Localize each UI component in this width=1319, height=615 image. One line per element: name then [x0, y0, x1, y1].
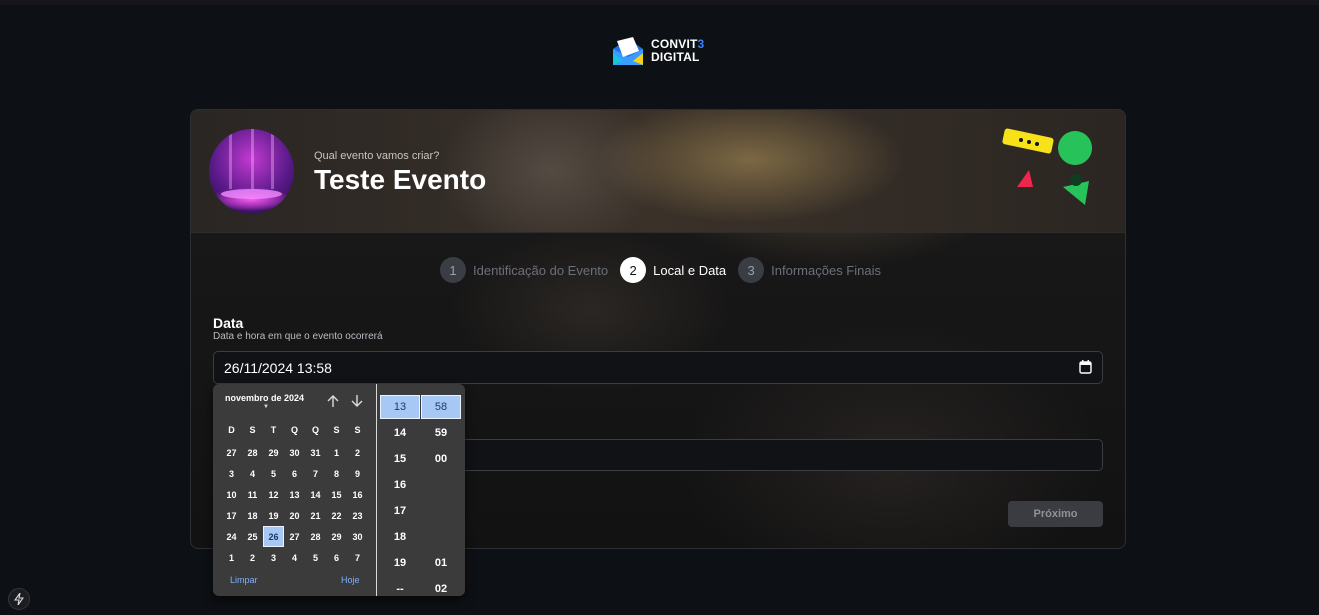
date-value: 26/11/2024 13:58: [224, 359, 332, 376]
hour-option[interactable]: 13: [380, 395, 420, 419]
calendar-day[interactable]: 15: [326, 484, 347, 505]
calendar-day[interactable]: 25: [242, 526, 263, 547]
wizard-steps: 1 Identificação do Evento 2 Local e Data…: [440, 257, 893, 283]
calendar-day[interactable]: 5: [305, 547, 326, 568]
calendar-day[interactable]: 30: [284, 442, 305, 463]
calendar-day[interactable]: 2: [242, 547, 263, 568]
calendar-day[interactable]: 6: [326, 547, 347, 568]
calendar-day[interactable]: 28: [242, 442, 263, 463]
calendar-day[interactable]: 22: [326, 505, 347, 526]
calendar-day[interactable]: 24: [221, 526, 242, 547]
step-local-data[interactable]: 2 Local e Data: [620, 257, 726, 283]
calendar-day[interactable]: 7: [347, 547, 368, 568]
envelope-logo-icon: [613, 37, 643, 65]
calendar-day[interactable]: 8: [326, 463, 347, 484]
date-label: Data: [213, 315, 244, 331]
calendar-day[interactable]: 1: [221, 547, 242, 568]
step-informacoes-finais[interactable]: 3 Informações Finais: [738, 257, 881, 283]
hour-option[interactable]: 18: [380, 524, 420, 550]
top-bar: [0, 0, 1319, 5]
minute-option[interactable]: 01: [421, 550, 461, 576]
minute-option: [421, 472, 461, 498]
month-year-label[interactable]: novembro de 2024: [225, 393, 304, 403]
event-title: Teste Evento: [314, 164, 487, 195]
calendar-day[interactable]: 7: [305, 463, 326, 484]
calendar-day[interactable]: 20: [284, 505, 305, 526]
hour-option[interactable]: 19: [380, 550, 420, 576]
lightning-icon: [14, 593, 24, 605]
hour-option[interactable]: --: [380, 576, 420, 596]
calendar-day[interactable]: 19: [263, 505, 284, 526]
arrow-down-icon[interactable]: [351, 394, 363, 408]
calendar-day[interactable]: 4: [284, 547, 305, 568]
calendar-day[interactable]: 14: [305, 484, 326, 505]
minute-option: [421, 498, 461, 524]
calendar-day[interactable]: 21: [305, 505, 326, 526]
calendar-day[interactable]: 29: [326, 526, 347, 547]
calendar-day[interactable]: 16: [347, 484, 368, 505]
brand-logo: CONVIT3 DIGITAL: [611, 35, 704, 67]
calendar-day[interactable]: 9: [347, 463, 368, 484]
weekday-header: DSTQQSS: [228, 425, 361, 435]
hour-option[interactable]: 14: [380, 420, 420, 446]
event-header: Qual evento vamos criar? Teste Evento: [191, 110, 1125, 233]
calendar-day[interactable]: 18: [242, 505, 263, 526]
clear-button[interactable]: Limpar: [230, 575, 258, 585]
calendar-day[interactable]: 13: [284, 484, 305, 505]
minute-option: [421, 524, 461, 550]
date-help-text: Data e hora em que o evento ocorrerá: [213, 331, 383, 342]
calendar-day[interactable]: 23: [347, 505, 368, 526]
hour-option[interactable]: 17: [380, 498, 420, 524]
calendar-day[interactable]: 29: [263, 442, 284, 463]
minute-option[interactable]: 58: [421, 395, 461, 419]
event-avatar[interactable]: [209, 129, 294, 214]
arrow-up-icon[interactable]: [327, 394, 339, 408]
calendar-day[interactable]: 27: [284, 526, 305, 547]
calendar-day[interactable]: 5: [263, 463, 284, 484]
calendar-day[interactable]: 1: [326, 442, 347, 463]
calendar-day[interactable]: 3: [221, 463, 242, 484]
calendar-day[interactable]: 28: [305, 526, 326, 547]
calendar-day[interactable]: 17: [221, 505, 242, 526]
minute-option[interactable]: 02: [421, 576, 461, 596]
calendar-day[interactable]: 11: [242, 484, 263, 505]
next-button[interactable]: Próximo: [1008, 501, 1103, 527]
calendar-day[interactable]: 30: [347, 526, 368, 547]
hour-option[interactable]: 16: [380, 472, 420, 498]
hours-column: 13 14 15 16 17 18 19 --: [380, 394, 420, 596]
minute-option[interactable]: 00: [421, 446, 461, 472]
calendar-day[interactable]: 27: [221, 442, 242, 463]
header-subtitle: Qual evento vamos criar?: [314, 150, 440, 162]
calendar-day[interactable]: 10: [221, 484, 242, 505]
picker-divider: [376, 384, 377, 596]
date-time-input[interactable]: 26/11/2024 13:58: [213, 351, 1103, 384]
calendar-day[interactable]: 6: [284, 463, 305, 484]
calendar-days-grid: 27 28 29 30 31 1 2 3 4 5 6 7 8 9 10 11 12 13 14 15 16 17 18 19 2…: [221, 442, 368, 568]
calendar-day[interactable]: 12: [263, 484, 284, 505]
minutes-column: 58 59 00 01 02: [421, 394, 461, 596]
dev-tools-button[interactable]: [8, 588, 30, 610]
calendar-day[interactable]: 26: [263, 526, 284, 547]
calendar-day[interactable]: 3: [263, 547, 284, 568]
calendar-day[interactable]: 2: [347, 442, 368, 463]
calendar-day[interactable]: 31: [305, 442, 326, 463]
date-picker-popup: novembro de 2024 ▼ DSTQQSS 27 28 29 30 31 1 2 3…: [213, 384, 465, 596]
decoration-illustration-icon: [1002, 128, 1093, 205]
calendar-day[interactable]: 4: [242, 463, 263, 484]
hour-option[interactable]: 15: [380, 446, 420, 472]
caret-down-icon[interactable]: ▼: [263, 404, 269, 410]
minute-option[interactable]: 59: [421, 420, 461, 446]
today-button[interactable]: Hoje: [341, 575, 360, 585]
step-identificacao[interactable]: 1 Identificação do Evento: [440, 257, 608, 283]
calendar-icon[interactable]: [1079, 360, 1092, 374]
